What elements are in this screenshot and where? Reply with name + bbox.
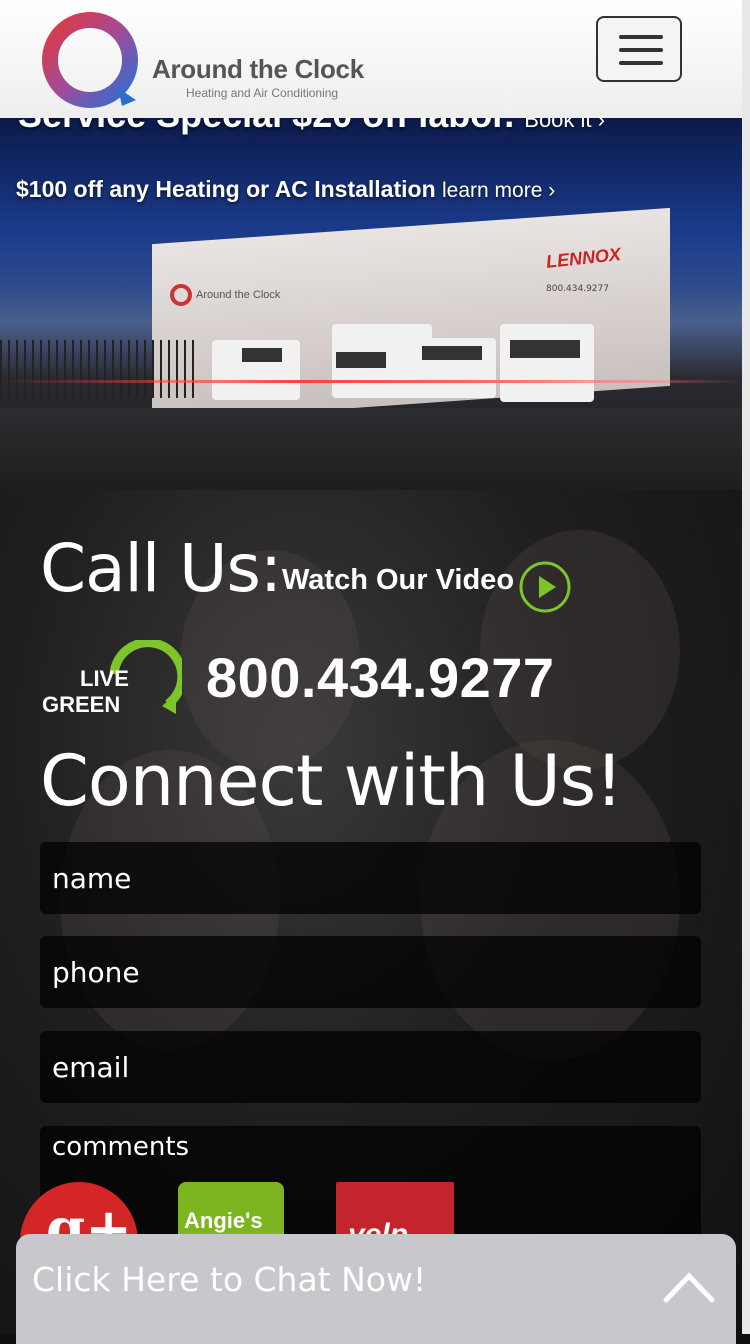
live-green-logo: LIVE GREEN <box>42 640 182 717</box>
promo-installation[interactable]: $100 off any Heating or AC Installation … <box>16 176 555 203</box>
page-scrollbar[interactable] <box>742 0 750 1334</box>
truck-image <box>412 338 496 398</box>
play-icon[interactable] <box>518 560 572 614</box>
hamburger-icon <box>619 48 663 52</box>
promo-main-text: Service Special $20 off labor. <box>18 118 514 135</box>
name-field[interactable] <box>40 842 701 914</box>
hamburger-icon <box>619 61 663 65</box>
book-it-link[interactable]: Book it › <box>524 118 605 132</box>
learn-more-link[interactable]: learn more › <box>442 179 555 202</box>
light-streak <box>0 380 742 383</box>
parking-lot <box>0 408 742 490</box>
connect-heading: Connect with Us! <box>40 740 623 822</box>
menu-toggle-button[interactable] <box>596 16 682 82</box>
hero-banner: Service Special $20 off labor. Book it ›… <box>0 118 742 490</box>
chat-now-label: Click Here to Chat Now! <box>32 1260 427 1299</box>
watch-video-link[interactable]: Watch Our Video <box>282 564 514 597</box>
truck-image <box>500 324 594 402</box>
email-field[interactable] <box>40 1031 701 1103</box>
brand-name: Around the Clock <box>152 54 364 84</box>
brand-logo-icon[interactable] <box>40 10 140 110</box>
building-sign-text: Around the Clock <box>196 288 281 301</box>
phone-field[interactable] <box>40 936 701 1008</box>
live-label: LIVE <box>80 666 129 691</box>
promo-second-text: $100 off any Heating or AC Installation <box>16 176 436 202</box>
angies-label: Angie's <box>184 1208 263 1233</box>
building-sign: Around the Clock <box>170 284 280 306</box>
truck-image <box>212 340 300 400</box>
brand-tagline: Heating and Air Conditioning <box>186 86 339 100</box>
sign-phone: 800.434.9277 <box>546 284 609 294</box>
phone-number-link[interactable]: 800.434.9277 <box>206 645 555 710</box>
promo-service-special[interactable]: Service Special $20 off labor. Book it › <box>18 118 605 136</box>
logo-ring-icon <box>170 284 192 306</box>
green-label: GREEN <box>42 692 120 717</box>
fence-image <box>0 340 200 398</box>
site-header: Around the Clock Heating and Air Conditi… <box>0 0 742 118</box>
chat-now-bar[interactable]: Click Here to Chat Now! <box>16 1234 736 1344</box>
hamburger-icon <box>619 35 663 39</box>
contact-section: Call Us: Watch Our Video LIVE GREEN 800.… <box>0 490 742 1334</box>
chevron-up-icon[interactable] <box>662 1268 716 1304</box>
call-us-heading: Call Us: <box>40 530 282 607</box>
